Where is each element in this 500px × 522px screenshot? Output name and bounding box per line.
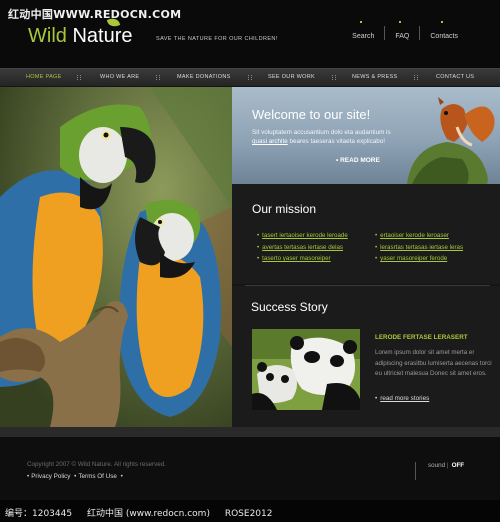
watermark-author: ROSE2012 <box>224 509 273 519</box>
mission-link[interactable]: yaser masoreiper ferode <box>375 253 463 265</box>
story-text: Lorem ipsum dolor sit amet merta er adip… <box>375 349 492 377</box>
top-nav: Search FAQ Contacts <box>342 21 468 40</box>
mission-link[interactable]: avertas tertasas iertase delas <box>257 242 348 254</box>
welcome-link[interactable]: quasi archite <box>252 138 288 145</box>
bullet-icon: • <box>74 473 77 480</box>
mission-link[interactable]: ertaoiser kerode leroaser <box>375 230 463 242</box>
terms-of-use-link[interactable]: Terms Of Use <box>78 473 117 480</box>
success-story-section: Success Story LERODE FERTASE LERASERT Lo… <box>232 286 500 427</box>
watermark-bottom: 编号：1203445 红动中国 (www.redocn.com) ROSE201… <box>0 500 500 522</box>
pandas-photo <box>252 329 360 410</box>
nav-separator <box>332 75 336 80</box>
welcome-text: Sit voluptatem accusantium dolo eta auda… <box>252 129 391 145</box>
bullet-icon <box>441 21 444 23</box>
nav-home-page[interactable]: HOME PAGE <box>26 74 62 80</box>
page: 红动中国WWW.REDOCN.COM Wild Nature SAVE THE … <box>0 0 500 522</box>
logo-wild: Wild <box>28 25 67 47</box>
mission-title: Our mission <box>252 202 317 216</box>
nav-see-our-work[interactable]: SEE OUR WORK <box>268 74 315 80</box>
copyright-text: Copyright 2007 © Wild Nature. All rights… <box>27 461 167 468</box>
content-bottom-strip <box>0 427 500 437</box>
nav-separator <box>248 75 252 80</box>
nav-who-we-are[interactable]: WHO WE ARE <box>100 74 139 80</box>
main-nav: HOME PAGE WHO WE ARE MAKE DONATIONS SEE … <box>0 68 500 86</box>
bullet-icon <box>399 21 402 23</box>
story-title: Success Story <box>251 300 328 314</box>
privacy-policy-link[interactable]: Privacy Policy <box>31 473 70 480</box>
nav-contact-us[interactable]: CONTACT US <box>436 74 474 80</box>
top-nav-contacts[interactable]: Contacts <box>419 21 468 40</box>
watermark-top: 红动中国WWW.REDOCN.COM <box>8 8 182 21</box>
mission-link[interactable]: lerasrtas tertasas iertase leras <box>375 242 463 254</box>
sound-toggle[interactable]: sound | OFF <box>415 462 464 480</box>
story-heading: LERODE FERTASE LERASERT <box>375 334 468 341</box>
mission-section: Our mission tasert iertaoiser kerode ler… <box>232 184 500 284</box>
top-nav-search[interactable]: Search <box>342 21 384 40</box>
nav-separator <box>156 75 160 80</box>
nav-news-press[interactable]: NEWS & PRESS <box>352 74 397 80</box>
mission-link[interactable]: tasert iertaoiser kerode leroade <box>257 230 348 242</box>
hero-parrots-image <box>0 87 232 427</box>
read-more-button[interactable]: • READ MORE <box>336 157 380 164</box>
welcome-panel: Welcome to our site! Sit voluptatem accu… <box>232 87 500 184</box>
tagline: SAVE THE NATURE FOR OUR CHILDREN! <box>156 36 278 42</box>
welcome-title: Welcome to our site! <box>252 107 371 122</box>
read-more-stories-link[interactable]: read more stories <box>375 395 429 402</box>
bullet-icon: • <box>27 473 30 480</box>
sound-label: sound <box>428 462 446 469</box>
mission-list-left: tasert iertaoiser kerode leroade avertas… <box>257 230 348 265</box>
header: 红动中国WWW.REDOCN.COM Wild Nature SAVE THE … <box>0 0 500 68</box>
sound-state: OFF <box>451 462 465 469</box>
parrots-illustration <box>0 87 232 427</box>
logo-nature: Nature <box>72 25 133 47</box>
nav-separator <box>414 75 418 80</box>
top-nav-faq[interactable]: FAQ <box>384 21 419 40</box>
nav-make-donations[interactable]: MAKE DONATIONS <box>177 74 231 80</box>
mission-list-right: ertaoiser kerode leroaser lerasrtas tert… <box>375 230 463 265</box>
pandas-illustration <box>252 329 360 410</box>
bullet-icon <box>360 21 363 23</box>
footer-links: • Privacy Policy • Terms Of Use • <box>27 473 125 480</box>
site-logo[interactable]: Wild Nature <box>28 25 132 48</box>
watermark-id: 编号：1203445 <box>5 509 73 519</box>
mission-link[interactable]: taserto yaser masoreiper <box>257 253 348 265</box>
footer: Copyright 2007 © Wild Nature. All rights… <box>0 437 500 500</box>
nav-separator <box>77 75 81 80</box>
watermark-site: 红动中国 (www.redocn.com) <box>86 509 210 519</box>
bullet-icon: • <box>120 473 123 480</box>
